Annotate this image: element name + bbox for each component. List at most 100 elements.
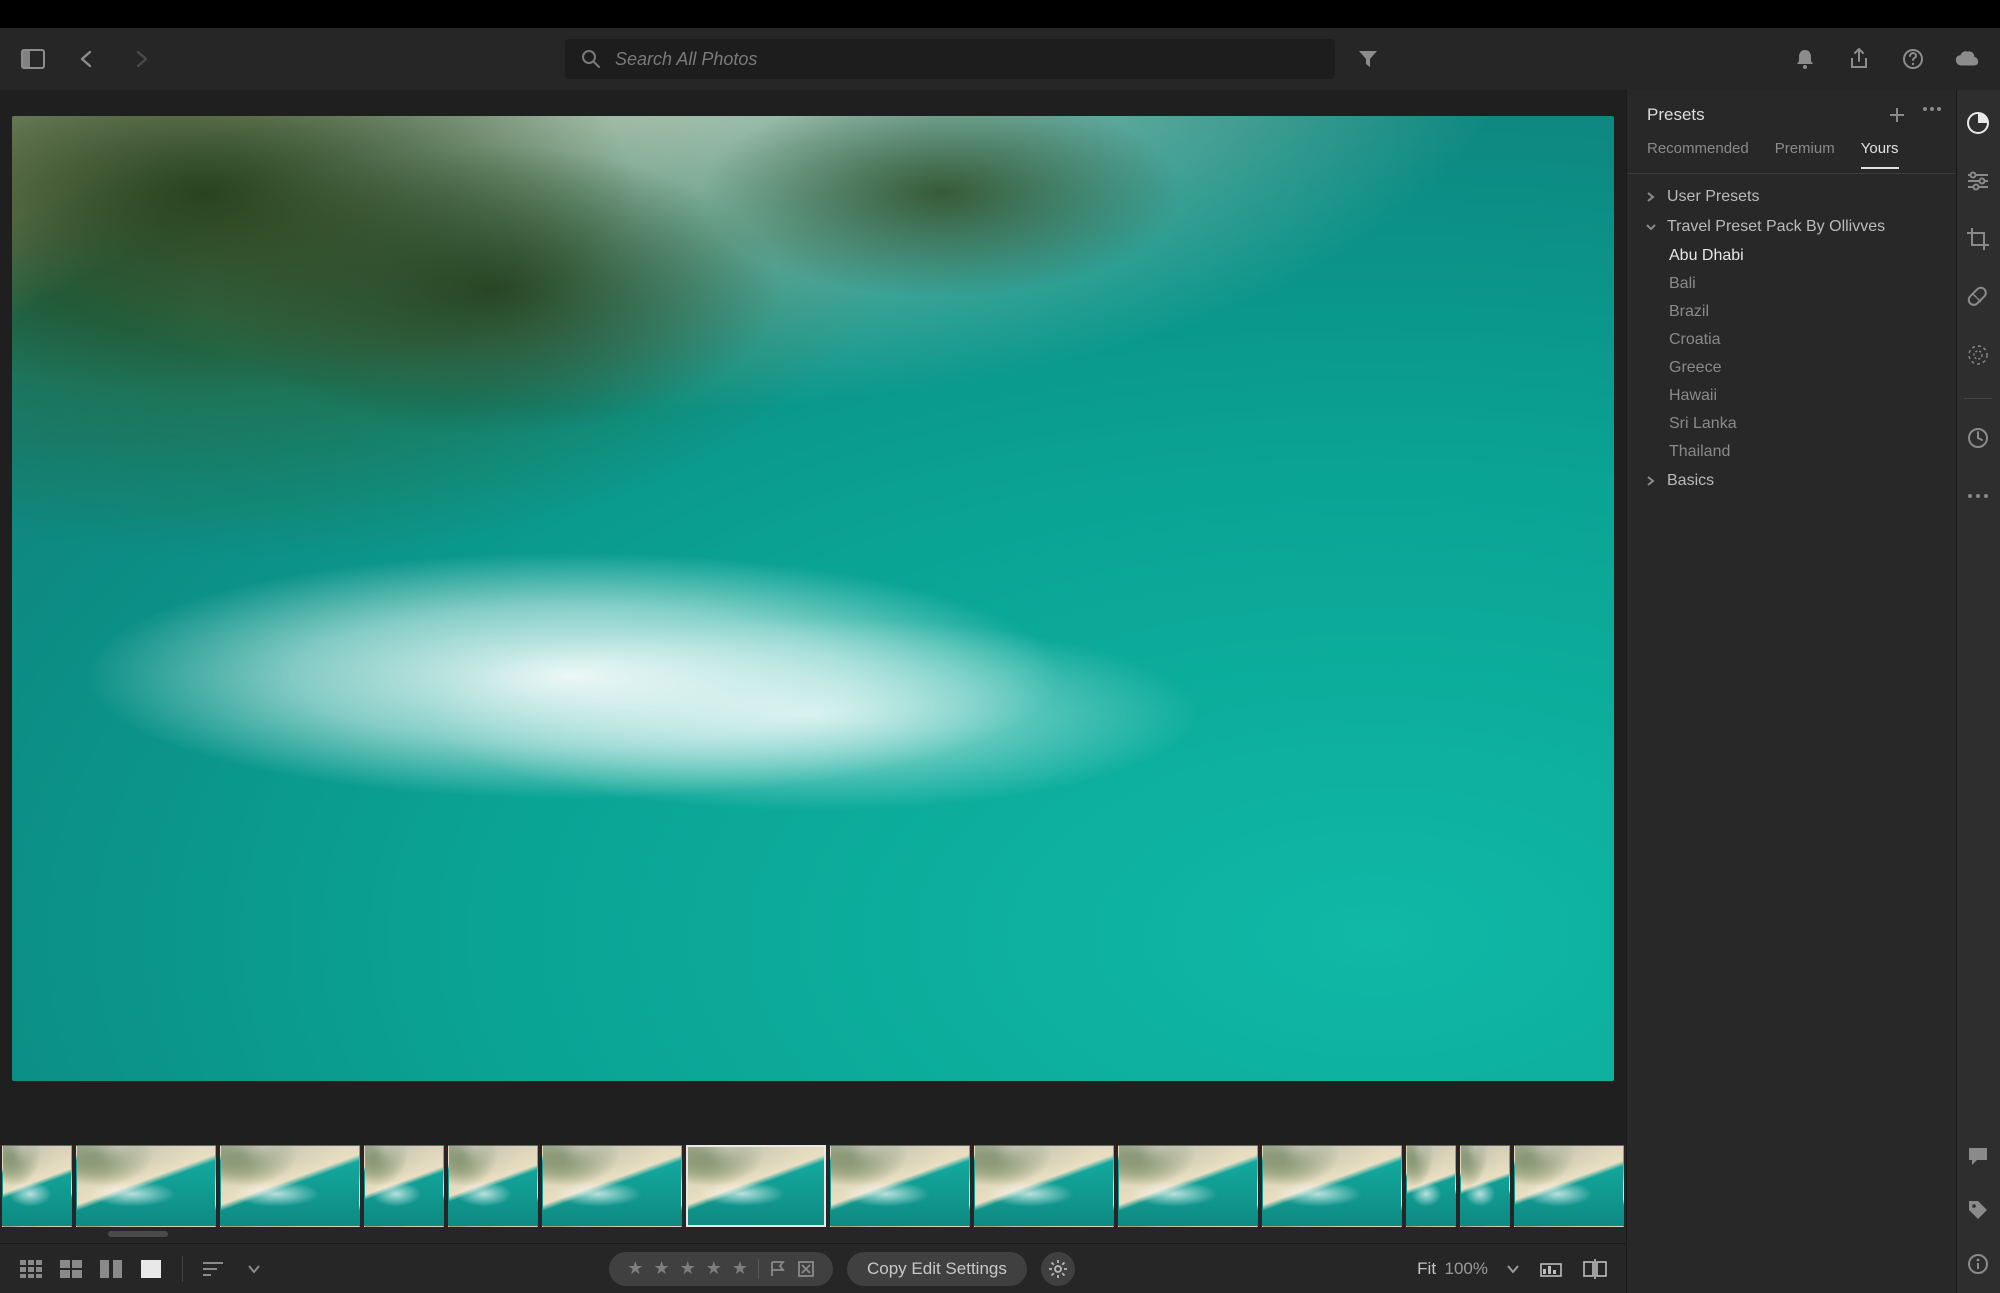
- preset-item[interactable]: Abu Dhabi: [1627, 242, 1956, 270]
- histogram-toggle-icon[interactable]: [1538, 1258, 1564, 1280]
- chevron-right-icon: [1645, 191, 1659, 203]
- filmstrip-thumb[interactable]: [364, 1145, 444, 1227]
- presets-tabs: Recommended Premium Yours: [1627, 140, 1956, 174]
- main-photo[interactable]: [12, 116, 1614, 1081]
- filmstrip[interactable]: [0, 1145, 1626, 1229]
- preset-item[interactable]: Sri Lanka: [1627, 410, 1956, 438]
- grid-large-view-icon[interactable]: [58, 1258, 84, 1280]
- star-5-icon[interactable]: ★: [732, 1258, 748, 1279]
- sidebar-toggle-icon[interactable]: [20, 46, 46, 72]
- preset-group[interactable]: Travel Preset Pack By Ollivves: [1627, 212, 1956, 242]
- main-area: ★ ★ ★ ★ ★ Copy Edit Settings Fit 100%: [0, 90, 2000, 1293]
- settings-gear-button[interactable]: [1041, 1252, 1075, 1286]
- toolbar-right: [1792, 46, 1980, 72]
- tool-more-icon[interactable]: [1963, 481, 1993, 511]
- toolbar-center: [154, 39, 1792, 79]
- filmstrip-thumb[interactable]: [1406, 1145, 1456, 1227]
- bottombar-right: Fit 100%: [1417, 1258, 1608, 1280]
- bottombar-center: ★ ★ ★ ★ ★ Copy Edit Settings: [609, 1252, 1075, 1286]
- presets-tab-recommended[interactable]: Recommended: [1647, 140, 1749, 169]
- presets-title: Presets: [1647, 105, 1705, 125]
- info-icon[interactable]: [1963, 1249, 1993, 1279]
- forward-arrow-icon[interactable]: [128, 46, 154, 72]
- star-4-icon[interactable]: ★: [706, 1258, 722, 1279]
- divider: [182, 1256, 183, 1282]
- star-3-icon[interactable]: ★: [680, 1258, 696, 1279]
- filmstrip-thumb[interactable]: [1262, 1145, 1402, 1227]
- presets-header-actions: [1888, 106, 1942, 124]
- presets-tab-yours[interactable]: Yours: [1861, 140, 1899, 169]
- right-tool-rail: [1956, 90, 2000, 1293]
- cloud-sync-icon[interactable]: [1954, 46, 1980, 72]
- filmstrip-thumb[interactable]: [974, 1145, 1114, 1227]
- canvas-column: ★ ★ ★ ★ ★ Copy Edit Settings Fit 100%: [0, 90, 1626, 1293]
- filmstrip-thumb[interactable]: [686, 1145, 826, 1227]
- preset-group[interactable]: User Presets: [1627, 182, 1956, 212]
- preset-group[interactable]: Basics: [1627, 466, 1956, 496]
- comments-icon[interactable]: [1963, 1141, 1993, 1171]
- filter-icon[interactable]: [1355, 46, 1381, 72]
- preset-group-label: Travel Preset Pack By Ollivves: [1667, 218, 1885, 236]
- preset-item[interactable]: Croatia: [1627, 326, 1956, 354]
- presets-header: Presets: [1627, 90, 1956, 140]
- filmstrip-scrollbar[interactable]: [0, 1229, 1626, 1239]
- sliders-tool-icon[interactable]: [1963, 166, 1993, 196]
- rail-bottom-tools: [1963, 1141, 1993, 1279]
- filmstrip-thumb[interactable]: [542, 1145, 682, 1227]
- add-preset-icon[interactable]: [1888, 106, 1906, 124]
- preset-item[interactable]: Hawaii: [1627, 382, 1956, 410]
- back-arrow-icon[interactable]: [74, 46, 100, 72]
- presets-tab-premium[interactable]: Premium: [1775, 140, 1835, 169]
- star-2-icon[interactable]: ★: [653, 1258, 669, 1279]
- filmstrip-thumb[interactable]: [1514, 1145, 1624, 1227]
- flag-reject-icon[interactable]: [797, 1260, 815, 1278]
- toolbar-left: [20, 46, 154, 72]
- healing-tool-icon[interactable]: [1963, 282, 1993, 312]
- share-icon[interactable]: [1846, 46, 1872, 72]
- masking-tool-icon[interactable]: [1963, 340, 1993, 370]
- sort-dropdown-icon[interactable]: [241, 1258, 267, 1280]
- bottombar-left: [18, 1256, 267, 1282]
- filmstrip-thumb[interactable]: [830, 1145, 970, 1227]
- edit-tool-icon[interactable]: [1963, 108, 1993, 138]
- copy-edit-settings-button[interactable]: Copy Edit Settings: [847, 1252, 1027, 1286]
- search-icon: [581, 49, 601, 69]
- sort-icon[interactable]: [201, 1258, 227, 1280]
- flag-pick-icon[interactable]: [769, 1260, 787, 1278]
- zoom-fit-label[interactable]: Fit 100%: [1417, 1259, 1488, 1279]
- filmstrip-thumb[interactable]: [1460, 1145, 1510, 1227]
- search-field[interactable]: [565, 39, 1335, 79]
- preset-group-label: Basics: [1667, 472, 1714, 490]
- scrollbar-grip[interactable]: [108, 1231, 168, 1237]
- keyword-tag-icon[interactable]: [1963, 1195, 1993, 1225]
- rating-pill[interactable]: ★ ★ ★ ★ ★: [609, 1252, 833, 1286]
- detail-view-icon[interactable]: [138, 1258, 164, 1280]
- preset-item[interactable]: Thailand: [1627, 438, 1956, 466]
- filmstrip-thumb[interactable]: [1118, 1145, 1258, 1227]
- presets-body: User Presets Travel Preset Pack By Ollivv…: [1627, 174, 1956, 1293]
- presets-more-icon[interactable]: [1922, 106, 1942, 124]
- search-input[interactable]: [615, 49, 1319, 70]
- preset-item[interactable]: Greece: [1627, 354, 1956, 382]
- grid-small-view-icon[interactable]: [18, 1258, 44, 1280]
- zoom-dropdown-icon[interactable]: [1506, 1264, 1520, 1274]
- filmstrip-thumb[interactable]: [2, 1145, 72, 1227]
- window-titlebar: [0, 0, 2000, 28]
- before-after-icon[interactable]: [1582, 1258, 1608, 1280]
- bell-icon[interactable]: [1792, 46, 1818, 72]
- crop-tool-icon[interactable]: [1963, 224, 1993, 254]
- filmstrip-thumb[interactable]: [76, 1145, 216, 1227]
- presets-panel: Presets Recommended Premium Yours User Pre…: [1626, 90, 1956, 1293]
- chevron-right-icon: [1645, 475, 1659, 487]
- help-icon[interactable]: [1900, 46, 1926, 72]
- versions-tool-icon[interactable]: [1963, 423, 1993, 453]
- filmstrip-thumb[interactable]: [448, 1145, 538, 1227]
- preset-item[interactable]: Bali: [1627, 270, 1956, 298]
- image-viewport: [0, 90, 1626, 1145]
- top-toolbar: [0, 28, 2000, 90]
- bottom-bar: ★ ★ ★ ★ ★ Copy Edit Settings Fit 100%: [0, 1243, 1626, 1293]
- compare-view-icon[interactable]: [98, 1258, 124, 1280]
- preset-item[interactable]: Brazil: [1627, 298, 1956, 326]
- filmstrip-thumb[interactable]: [220, 1145, 360, 1227]
- star-1-icon[interactable]: ★: [627, 1258, 643, 1279]
